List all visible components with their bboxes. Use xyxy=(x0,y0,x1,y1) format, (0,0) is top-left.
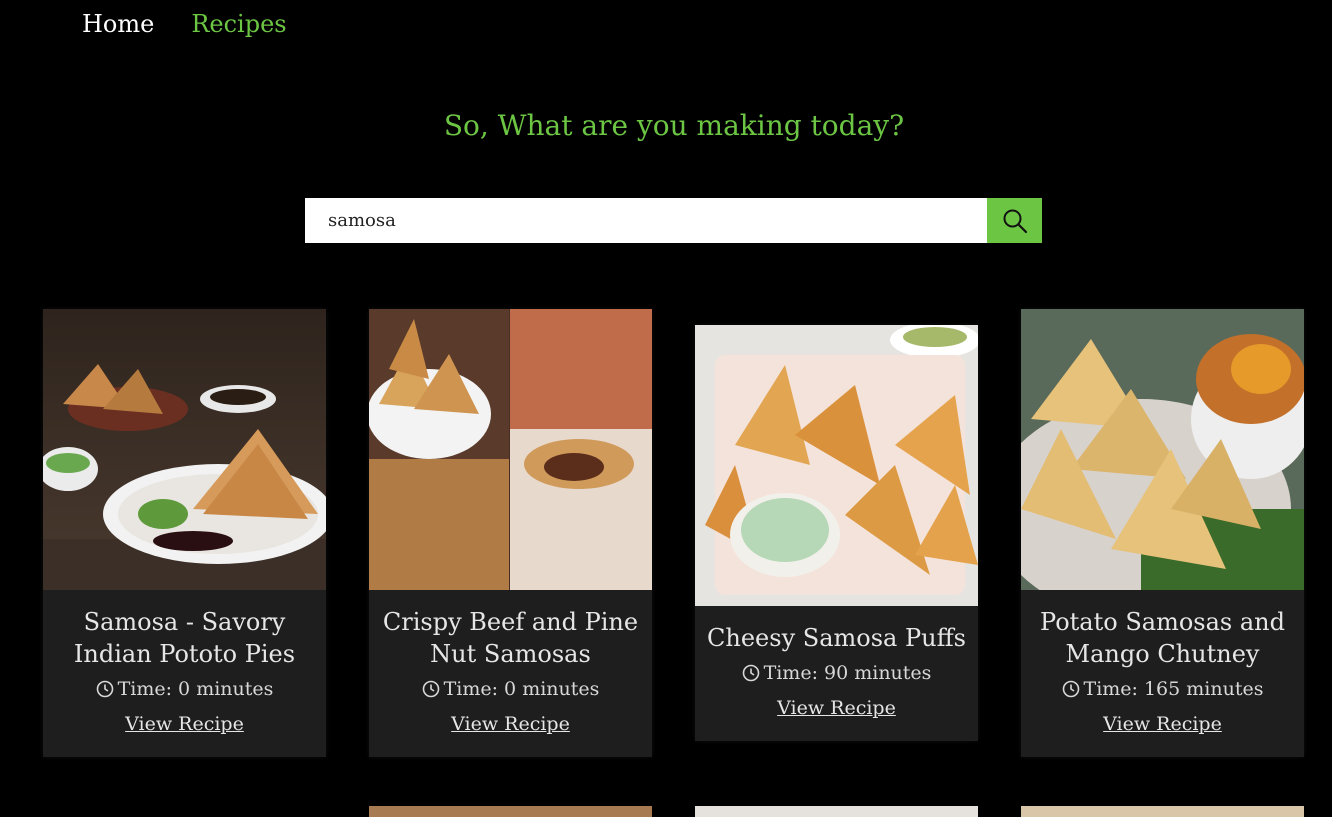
recipe-time: Time: 90 minutes xyxy=(695,660,978,686)
search-bar xyxy=(305,198,1042,243)
recipe-image[interactable] xyxy=(369,309,652,590)
recipe-image[interactable] xyxy=(43,309,326,590)
recipe-card: Crispy Beef and Pine Nut Samosas Time: 0… xyxy=(369,309,652,757)
recipe-card-peek xyxy=(369,806,652,817)
recipe-time: Time: 0 minutes xyxy=(369,676,652,702)
clock-icon xyxy=(422,680,439,698)
recipe-time: Time: 0 minutes xyxy=(43,676,326,702)
clock-icon xyxy=(742,664,759,682)
recipe-image[interactable] xyxy=(695,325,978,606)
clock-icon xyxy=(1062,680,1079,698)
recipe-time-text: Time: 165 minutes xyxy=(1083,678,1264,700)
recipe-time: Time: 165 minutes xyxy=(1021,676,1304,702)
recipe-card: Potato Samosas and Mango Chutney Time: 1… xyxy=(1021,309,1304,757)
view-recipe-link[interactable]: View Recipe xyxy=(1103,711,1222,737)
recipe-card-peek xyxy=(1021,806,1304,817)
top-nav: Home Recipes xyxy=(82,8,287,40)
page-tagline: So, What are you making today? xyxy=(443,109,905,142)
recipe-title: Potato Samosas and Mango Chutney xyxy=(1040,608,1285,668)
search-icon xyxy=(1003,209,1027,233)
recipe-card: Cheesy Samosa Puffs Time: 90 minutes Vie… xyxy=(695,325,978,741)
recipe-image[interactable] xyxy=(1021,309,1304,590)
search-button[interactable] xyxy=(987,198,1042,243)
search-input[interactable] xyxy=(305,198,987,243)
nav-recipes-link[interactable]: Recipes xyxy=(191,8,286,40)
nav-home-link[interactable]: Home xyxy=(82,8,154,40)
recipe-card-peek xyxy=(695,806,978,817)
view-recipe-link[interactable]: View Recipe xyxy=(451,711,570,737)
recipe-title: Cheesy Samosa Puffs xyxy=(707,624,966,652)
recipe-title: Samosa - Savory Indian Pototo Pies xyxy=(73,608,296,668)
recipe-title: Crispy Beef and Pine Nut Samosas xyxy=(382,608,639,668)
recipe-card: Samosa - Savory Indian Pototo Pies Time:… xyxy=(43,309,326,757)
view-recipe-link[interactable]: View Recipe xyxy=(125,711,244,737)
clock-icon xyxy=(96,680,113,698)
recipe-time-text: Time: 0 minutes xyxy=(117,678,274,700)
recipe-time-text: Time: 90 minutes xyxy=(763,662,932,684)
recipe-time-text: Time: 0 minutes xyxy=(443,678,600,700)
view-recipe-link[interactable]: View Recipe xyxy=(777,695,896,721)
